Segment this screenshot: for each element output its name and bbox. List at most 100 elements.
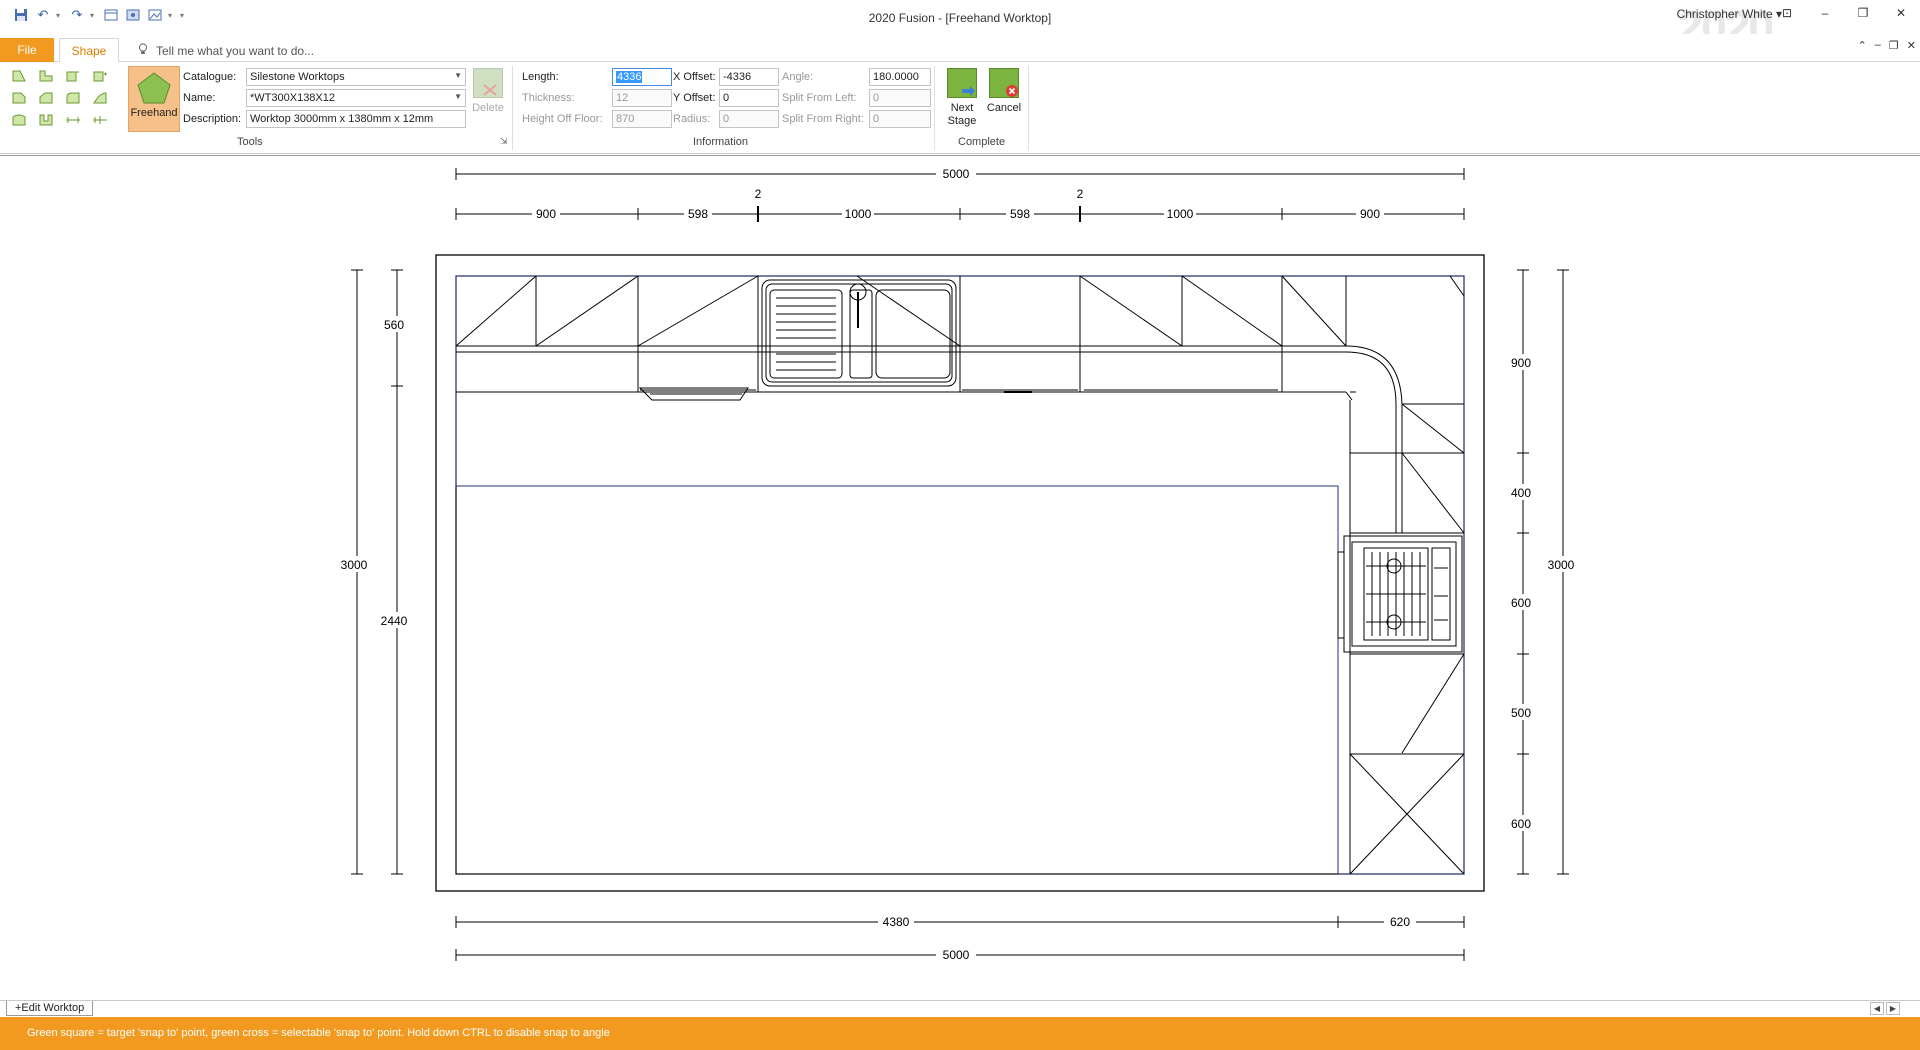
- dialog-launcher-icon[interactable]: ⇲: [500, 136, 508, 147]
- shape-tool-icon[interactable]: [10, 68, 28, 84]
- dim-left-inner: 560: [384, 318, 404, 332]
- minimize-icon[interactable]: –: [1806, 0, 1844, 26]
- sink: [761, 279, 957, 387]
- chevron-right-icon[interactable]: ▶: [1886, 1002, 1900, 1015]
- split-tool-icon[interactable]: [64, 112, 82, 128]
- worktop-plan[interactable]: 5000 900 598 1000 598 1000 900 2 2 3000 …: [0, 156, 1920, 1001]
- separator: [1028, 66, 1029, 150]
- shape-tool-icon[interactable]: [10, 112, 28, 128]
- cancel-label: Cancel: [986, 102, 1022, 114]
- radius-value: 0: [723, 113, 730, 125]
- tools-group-label: Tools: [237, 136, 263, 148]
- tab-shape[interactable]: Shape: [59, 38, 119, 63]
- next-stage-button[interactable]: Next Stage: [942, 68, 982, 128]
- collapse-ribbon-icon[interactable]: ⌃: [1858, 39, 1867, 52]
- height-off-floor-input[interactable]: 870: [612, 110, 672, 128]
- y-offset-input[interactable]: 0: [719, 89, 779, 107]
- shape-tool-icon[interactable]: [91, 68, 109, 84]
- shape-tool-icon[interactable]: [37, 90, 55, 106]
- shape-tool-icon[interactable]: [10, 90, 28, 106]
- angle-label: Angle:: [782, 71, 814, 83]
- name-select[interactable]: *WT300X138X12 ▼: [246, 89, 466, 107]
- split-left-label: Split From Left:: [782, 92, 857, 104]
- name-label: Name:: [183, 92, 216, 104]
- doc-close-icon[interactable]: ✕: [1907, 39, 1916, 52]
- next-stage-label: Next Stage: [947, 102, 977, 127]
- y-offset-value: 0: [723, 92, 730, 104]
- lightbulb-icon: [138, 43, 148, 58]
- catalogue-label: Catalogue:: [183, 71, 237, 83]
- delete-icon: [473, 68, 503, 98]
- dim-top-gap: 2: [1077, 187, 1084, 201]
- shape-tool-icon[interactable]: [91, 90, 109, 106]
- tab-edit-worktop[interactable]: +Edit Worktop: [6, 1001, 94, 1016]
- catalogue-select[interactable]: Silestone Worktops ▼: [246, 68, 466, 86]
- tab-scroll-controls: ◀ ▶: [1870, 1002, 1900, 1015]
- drawing-canvas[interactable]: 5000 900 598 1000 598 1000 900 2 2 3000 …: [0, 155, 1920, 1002]
- shape-tool-icon[interactable]: [64, 90, 82, 106]
- height-off-floor-label: Height Off Floor:: [522, 113, 603, 125]
- dim-bottom-segment: 620: [1390, 915, 1410, 929]
- shape-tool-icon[interactable]: [64, 68, 82, 84]
- separator: [512, 66, 513, 150]
- tell-me-text: Tell me what you want to do...: [156, 43, 315, 58]
- name-value: *WT300X138X12: [250, 92, 335, 104]
- help-icon[interactable]: ⊡: [1768, 0, 1806, 26]
- dim-right-segment: 500: [1511, 706, 1531, 720]
- separator: [934, 66, 935, 150]
- freehand-button[interactable]: Freehand: [128, 66, 180, 132]
- split-left-input[interactable]: 0: [869, 89, 931, 107]
- dim-left-inner: 2440: [381, 614, 408, 628]
- dim-top-segment: 598: [1010, 207, 1030, 221]
- hob: [1337, 535, 1463, 653]
- shape-tool-icon[interactable]: [37, 112, 55, 128]
- tab-file[interactable]: File: [0, 38, 54, 62]
- window-title: 2020 Fusion - [Freehand Worktop]: [868, 11, 1052, 25]
- dim-top-segment: 900: [1360, 207, 1380, 221]
- ribbon: Freehand Catalogue: Silestone Worktops ▼…: [0, 62, 1920, 154]
- radius-label: Radius:: [673, 113, 711, 125]
- radius-input[interactable]: 0: [719, 110, 779, 128]
- doc-minimize-icon[interactable]: –: [1875, 39, 1881, 52]
- angle-input[interactable]: 180.0000: [869, 68, 931, 86]
- restore-icon[interactable]: ❐: [1844, 0, 1882, 26]
- tell-me-search[interactable]: Tell me what you want to do...: [138, 43, 314, 58]
- chevron-down-icon: ▼: [454, 71, 462, 80]
- thickness-label: Thickness:: [522, 92, 575, 104]
- delete-button[interactable]: Delete: [468, 68, 508, 115]
- information-group-label: Information: [693, 136, 749, 148]
- split-tool-icon[interactable]: [91, 112, 109, 128]
- dim-top-total: 5000: [943, 167, 970, 181]
- y-offset-label: Y Offset:: [673, 92, 716, 104]
- next-stage-icon: [947, 68, 977, 98]
- thickness-input[interactable]: 12: [612, 89, 672, 107]
- chevron-down-icon: ▼: [454, 92, 462, 101]
- top-cabinet-run: [455, 275, 1465, 393]
- description-label: Description:: [183, 113, 242, 125]
- close-icon[interactable]: ✕: [1882, 0, 1920, 26]
- shape-tool-icon[interactable]: [37, 68, 55, 84]
- dim-right-segment: 900: [1511, 356, 1531, 370]
- height-off-floor-value: 870: [616, 113, 635, 125]
- length-input[interactable]: 4336: [612, 68, 672, 86]
- x-offset-value: -4336: [723, 71, 752, 83]
- chevron-left-icon[interactable]: ◀: [1870, 1002, 1884, 1015]
- x-offset-label: X Offset:: [673, 71, 716, 83]
- top-segment-dimension: [455, 206, 1465, 222]
- description-input[interactable]: Worktop 3000mm x 1380mm x 12mm: [246, 110, 466, 128]
- dim-top-segment: 1000: [845, 207, 872, 221]
- split-right-input[interactable]: 0: [869, 110, 931, 128]
- doc-restore-icon[interactable]: ❐: [1889, 39, 1899, 52]
- dim-right-segment: 600: [1511, 817, 1531, 831]
- delete-label: Delete: [472, 102, 504, 114]
- dim-right-segment: 400: [1511, 486, 1531, 500]
- user-name: Christopher White: [1676, 7, 1773, 21]
- x-offset-input[interactable]: -4336: [719, 68, 779, 86]
- dim-right-segment: 600: [1511, 596, 1531, 610]
- description-value: Worktop 3000mm x 1380mm x 12mm: [250, 113, 434, 125]
- cancel-button[interactable]: Cancel: [984, 68, 1024, 115]
- split-right-label: Split From Right:: [782, 113, 864, 125]
- user-menu[interactable]: Christopher White ▾: [1677, 7, 1782, 21]
- thickness-value: 12: [616, 92, 629, 104]
- document-window-controls: ⌃ – ❐ ✕: [1858, 39, 1916, 52]
